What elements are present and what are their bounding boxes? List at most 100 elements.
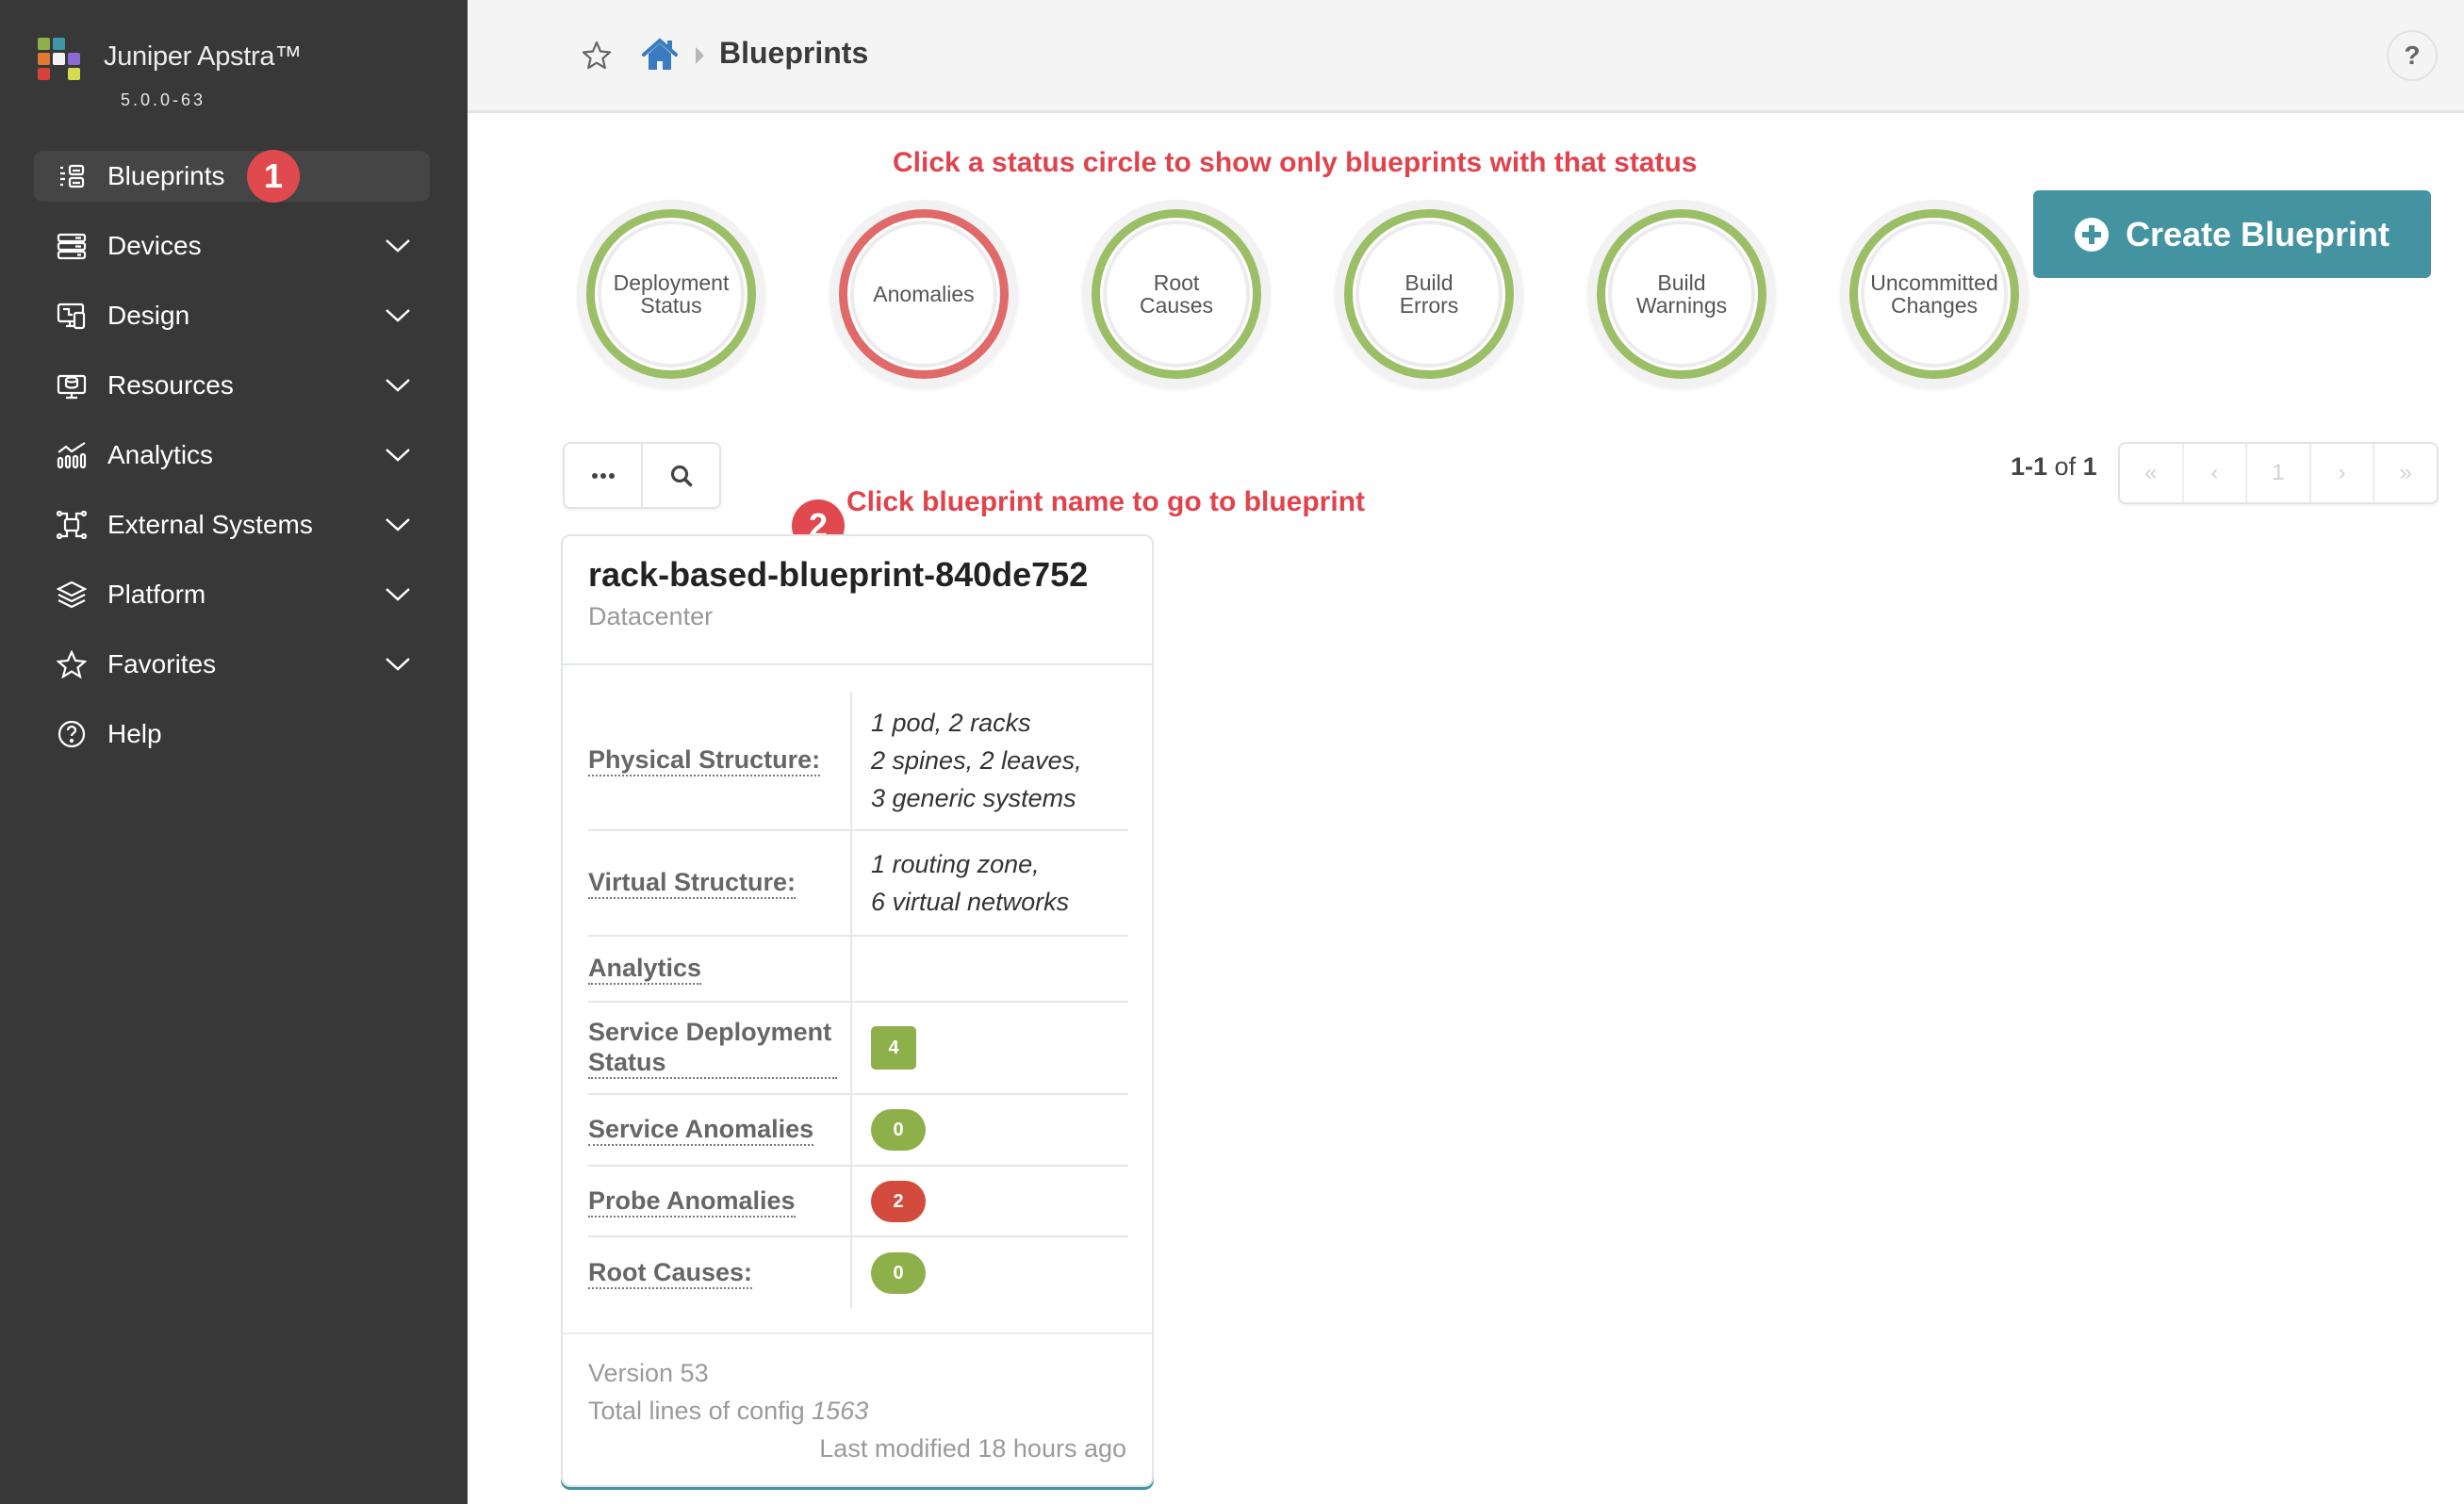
circle-label: Uncommitted [1870,270,1998,295]
status-circle-build-errors[interactable]: Build Errors [1335,200,1523,388]
circle-label: Causes [1140,293,1213,318]
list-toolbar [563,442,721,509]
previous-page-button[interactable]: ‹ [2181,444,2246,502]
row-value: 3 generic systems [871,784,1076,812]
row-label[interactable]: Physical Structure: [588,744,821,777]
resources-icon [57,371,87,400]
status-circle-anomalies[interactable]: Anomalies [830,200,1018,388]
status-circle-root-causes[interactable]: Root Causes [1082,200,1271,388]
config-lines-value: 1563 [812,1397,869,1425]
circle-label: Anomalies [873,282,975,306]
status-hint-annotation: Click a status circle to show only bluep… [893,147,1698,178]
row-label[interactable]: Probe Anomalies [588,1185,796,1218]
chevron-down-icon[interactable] [385,515,411,533]
last-modified: Last modified 18 hours ago [819,1434,1126,1463]
sidebar-item-label: Analytics [107,440,214,469]
create-blueprint-button[interactable]: Create Blueprint [2033,190,2431,278]
row-label[interactable]: Root Causes: [588,1257,753,1289]
row-value: 2 spines, 2 leaves, [871,746,1082,775]
search-button[interactable] [641,444,719,507]
sidebar-item-label: External Systems [107,510,313,539]
chevron-down-icon[interactable] [385,305,411,324]
external-systems-icon [56,510,88,540]
row-value: 1 pod, 2 racks [871,709,1031,737]
table-row: Service Anomalies 0 [588,1095,1128,1167]
row-label[interactable]: Virtual Structure: [588,867,797,899]
app-version: 5.0.0-63 [121,90,206,109]
circle-label: Build [1404,270,1454,295]
first-page-button[interactable]: « [2120,444,2182,502]
design-icon [57,302,87,330]
pagination-total: 1 [2082,452,2097,481]
sidebar-item-design[interactable]: Design [34,290,430,341]
config-lines-label: Total lines of config [588,1397,805,1425]
sidebar-item-label: Design [107,301,190,330]
devices-icon [57,232,87,260]
sidebar-item-analytics[interactable]: Analytics [34,430,430,481]
star-icon [56,649,88,679]
ellipsis-icon [591,472,615,479]
table-row: Virtual Structure: 1 routing zone, 6 vir… [588,831,1128,937]
chevron-down-icon[interactable] [385,584,411,603]
sidebar-item-resources[interactable]: Resources [34,360,430,411]
table-row: Analytics [588,937,1128,1003]
chevron-down-icon[interactable] [385,375,411,394]
blueprint-type: Datacenter [588,602,714,630]
chevron-down-icon[interactable] [385,236,411,254]
pagination-controls: « ‹ 1 › » [2118,442,2439,504]
row-label[interactable]: Analytics [588,953,702,985]
step-1-badge: 1 [247,150,300,203]
service-deployment-status-badge[interactable]: 4 [871,1026,916,1070]
sidebar-item-label: Favorites [107,649,217,678]
status-circle-build-warnings[interactable]: Build Warnings [1587,200,1776,388]
create-blueprint-label: Create Blueprint [2125,214,2390,253]
sidebar-item-external-systems[interactable]: External Systems [34,499,430,550]
app-title: Juniper Apstra™ [104,41,302,72]
table-row: Root Causes: 0 [588,1237,1128,1308]
config-lines: Total lines of config 1563 [588,1392,1126,1430]
blueprint-footer: Version 53 Total lines of config 1563 La… [588,1354,1126,1467]
help-button[interactable]: ? [2387,30,2438,81]
sidebar-item-help[interactable]: Help [34,709,430,760]
sidebar-item-favorites[interactable]: Favorites [34,639,430,690]
probe-anomalies-badge[interactable]: 2 [871,1180,926,1222]
row-value: 1 routing zone, [871,850,1040,878]
row-label[interactable]: Service Deployment Status [588,1017,837,1079]
pagination-of: of [2054,452,2077,481]
home-icon[interactable] [641,38,679,72]
row-label[interactable]: Service Anomalies [588,1114,814,1146]
apstra-logo-icon [38,38,83,83]
last-page-button[interactable]: » [2373,444,2437,502]
blueprint-card: rack-based-blueprint-840de752 Datacenter… [561,534,1154,1487]
sidebar: Juniper Apstra™ 5.0.0-63 Blueprints 1 De… [0,0,468,1504]
table-row: Probe Anomalies 2 [588,1167,1128,1237]
status-circle-deployment-status[interactable]: Deployment Status [577,200,765,388]
pagination-summary: 1-1 of 1 [2011,452,2097,482]
circle-label: Errors [1399,293,1459,318]
blueprints-icon [57,162,87,190]
more-options-button[interactable] [565,444,641,507]
root-causes-badge[interactable]: 0 [871,1251,926,1294]
analytics-icon [57,441,87,469]
breadcrumb-current: Blueprints [719,36,869,70]
blueprint-summary-table: Physical Structure: 1 pod, 2 racks 2 spi… [588,692,1128,1308]
sidebar-item-label: Blueprints [107,161,225,190]
circle-label: Build [1657,270,1706,295]
status-circle-uncommitted-changes[interactable]: Uncommitted Changes [1840,200,2029,388]
search-icon [670,465,692,486]
favorite-star-icon[interactable] [581,40,613,72]
sidebar-item-label: Devices [107,231,202,260]
row-value: 6 virtual networks [871,888,1070,916]
page-number-button[interactable]: 1 [2245,444,2309,502]
circle-label: Status [640,293,702,318]
blueprint-name-link[interactable]: rack-based-blueprint-840de752 [588,555,1088,595]
chevron-down-icon[interactable] [385,445,411,464]
next-page-button[interactable]: › [2308,444,2374,502]
chevron-down-icon[interactable] [385,654,411,673]
service-anomalies-badge[interactable]: 0 [871,1109,926,1151]
sidebar-item-devices[interactable]: Devices [34,221,430,271]
blueprint-version: Version 53 [588,1359,709,1387]
sidebar-item-blueprints[interactable]: Blueprints 1 [34,150,430,203]
card-divider [563,1332,1152,1334]
sidebar-item-platform[interactable]: Platform [34,569,430,620]
